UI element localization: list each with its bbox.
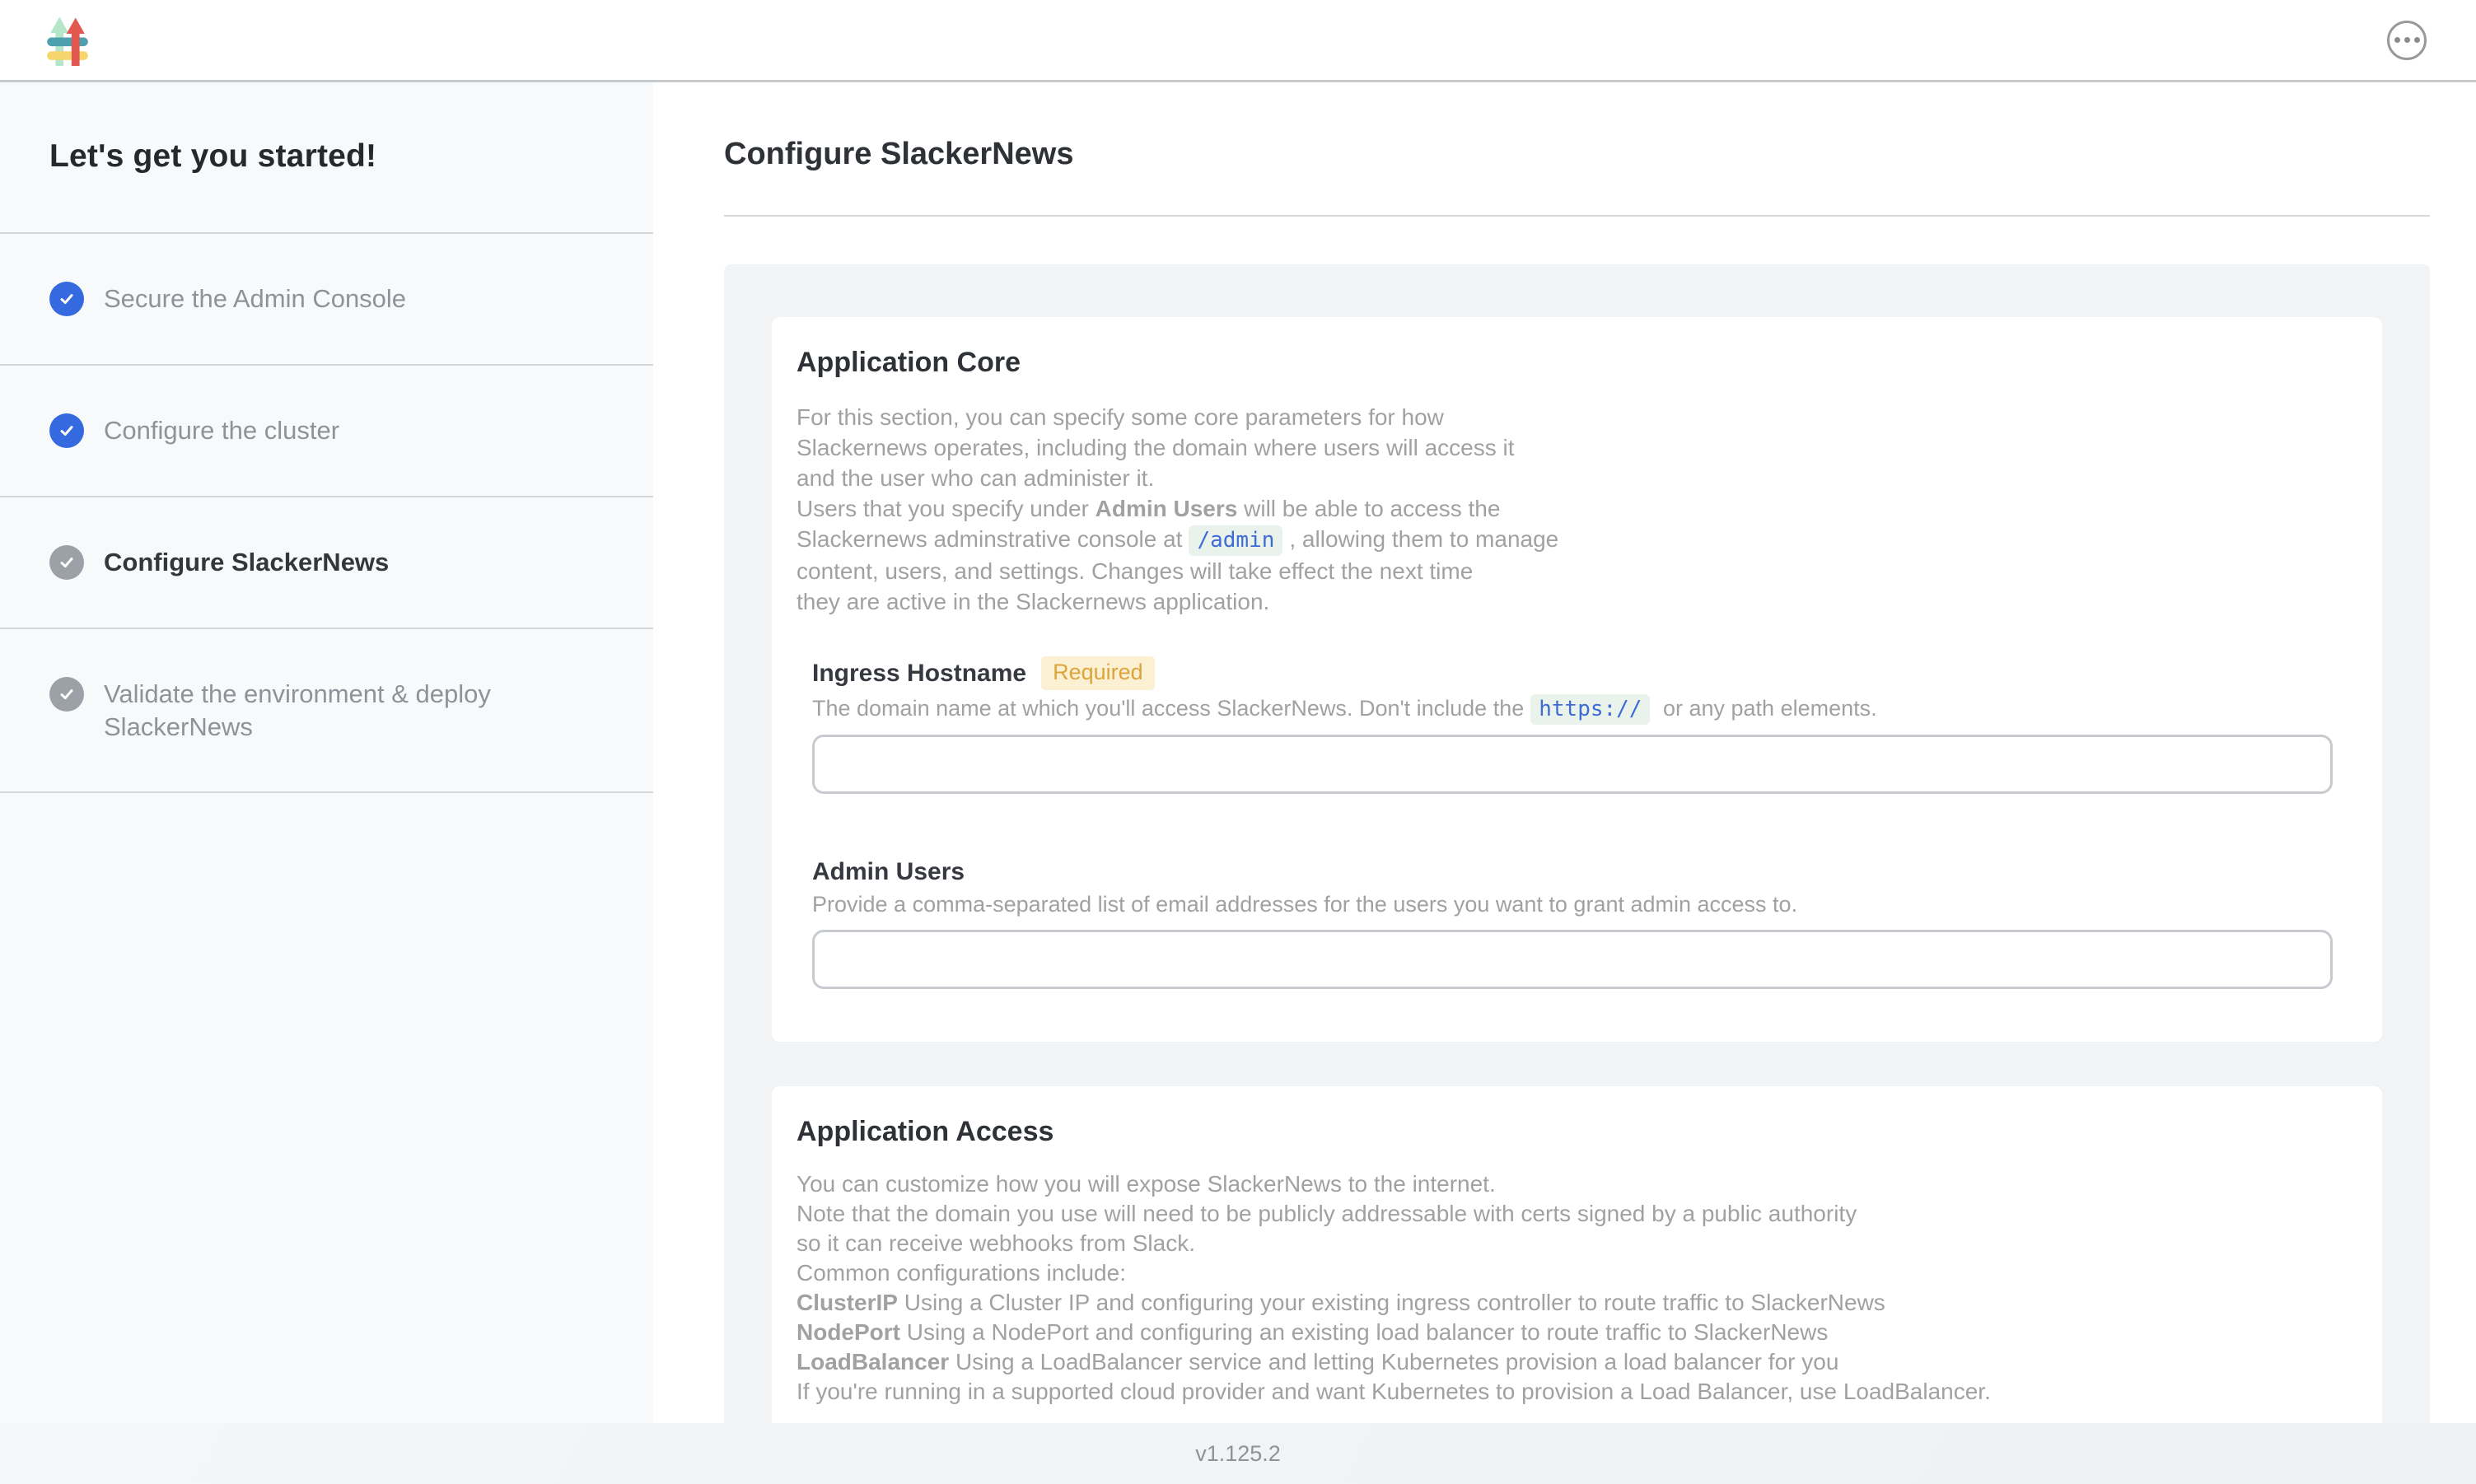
text-segment: Users that you specify under [797, 496, 1096, 521]
text-segment: The domain name at which you'll access S… [812, 696, 1524, 721]
description-line: and the user who can administer it. [797, 463, 2333, 493]
step-label: Configure the cluster [104, 413, 339, 447]
field-help-text: Provide a comma-separated list of email … [812, 891, 2333, 918]
step-label: Configure SlackerNews [104, 545, 389, 579]
text-segment: content, users, and settings. Changes wi… [797, 558, 1473, 584]
setup-sidebar: Let's get you started! Secure the Admin … [0, 82, 653, 1423]
config-panel: Application Core For this section, you c… [724, 264, 2430, 1423]
description-line: Common configurations include: [797, 1258, 2333, 1288]
field-label: Admin Users [812, 858, 965, 886]
text-segment: Common configurations include: [797, 1260, 1126, 1286]
text-segment: Provide a comma-separated list of email … [812, 892, 1797, 917]
card-title: Application Access [797, 1116, 2333, 1148]
text-segment: and the user who can administer it. [797, 465, 1154, 491]
sidebar-step-3[interactable]: Configure SlackerNews [0, 497, 653, 629]
text-segment: Using a NodePort and configuring an exis… [900, 1319, 1828, 1345]
sidebar-step-4[interactable]: Validate the environment & deploy Slacke… [0, 629, 653, 793]
description-line: You can customize how you will expose Sl… [797, 1169, 2333, 1199]
application-core-card: Application Core For this section, you c… [772, 317, 2382, 1042]
description-line: Slackernews operates, including the doma… [797, 432, 2333, 463]
title-divider [724, 215, 2430, 217]
version-footer: v1.125.2 [0, 1423, 2476, 1484]
text-segment: If you're running in a supported cloud p… [797, 1379, 1991, 1404]
check-circle-icon [49, 677, 84, 712]
text-segment: For this section, you can specify some c… [797, 404, 1444, 430]
text-segment: will be able to access the [1237, 496, 1500, 521]
card-description: You can customize how you will expose Sl… [797, 1169, 2333, 1407]
check-circle-icon [49, 413, 84, 448]
ellipsis-dot [2404, 37, 2410, 43]
card-fields: Ingress Hostname Required The domain nam… [797, 656, 2333, 989]
step-label: Validate the environment & deploy Slacke… [104, 677, 532, 744]
content-row: Let's get you started! Secure the Admin … [0, 82, 2476, 1423]
sidebar-step-1[interactable]: Secure the Admin Console [0, 234, 653, 366]
description-line: Users that you specify under Admin Users… [797, 493, 2333, 524]
bold-text-segment: ClusterIP [797, 1290, 898, 1315]
field-label-row: Ingress Hostname Required [812, 656, 2333, 690]
sidebar-title: Let's get you started! [0, 82, 653, 234]
text-segment: Slackernews operates, including the doma… [797, 435, 1515, 460]
description-line: so it can receive webhooks from Slack. [797, 1229, 2333, 1258]
text-segment: Using a LoadBalancer service and letting… [949, 1349, 1838, 1374]
text-segment: Slackernews adminstrative console at [797, 526, 1182, 552]
setup-steps-list: Secure the Admin Console Configure the c… [0, 234, 653, 793]
main-content: Configure SlackerNews Application Core F… [653, 82, 2476, 1423]
admin-users-input[interactable] [812, 930, 2333, 989]
check-circle-icon [49, 545, 84, 580]
description-line: content, users, and settings. Changes wi… [797, 556, 2333, 586]
card-description: For this section, you can specify some c… [797, 402, 2333, 617]
code-chip: https:// [1530, 694, 1650, 725]
description-line: they are active in the Slackernews appli… [797, 586, 2333, 617]
description-line: NodePort Using a NodePort and configurin… [797, 1318, 2333, 1347]
description-line: Note that the domain you use will need t… [797, 1199, 2333, 1229]
text-segment: You can customize how you will expose Sl… [797, 1171, 1496, 1197]
description-line: For this section, you can specify some c… [797, 402, 2333, 432]
application-access-card: Application Access You can customize how… [772, 1086, 2382, 1423]
slackernews-logo[interactable] [45, 15, 90, 66]
text-segment: Note that the domain you use will need t… [797, 1201, 1857, 1226]
page-title: Configure SlackerNews [724, 137, 2430, 172]
ingress-hostname-input[interactable] [812, 735, 2333, 794]
bold-text-segment: LoadBalancer [797, 1349, 949, 1374]
slackernews-logo-icon [45, 15, 90, 66]
text-segment: , allowing them to manage [1289, 526, 1558, 552]
bold-text-segment: NodePort [797, 1319, 900, 1345]
text-segment: or any path elements. [1656, 696, 1876, 721]
text-segment: so it can receive webhooks from Slack. [797, 1230, 1195, 1256]
description-line: Slackernews adminstrative console at/adm… [797, 524, 2333, 556]
field-label: Ingress Hostname [812, 660, 1026, 688]
required-badge: Required [1041, 656, 1155, 690]
version-label: v1.125.2 [1195, 1441, 1281, 1467]
admin-users-field: Admin Users Provide a comma-separated li… [812, 858, 2333, 989]
bold-text-segment: Admin Users [1096, 496, 1238, 521]
text-segment: they are active in the Slackernews appli… [797, 589, 1269, 614]
description-line: LoadBalancer Using a LoadBalancer servic… [797, 1347, 2333, 1377]
code-chip: /admin [1189, 525, 1282, 556]
text-segment: Using a Cluster IP and configuring your … [898, 1290, 1885, 1315]
step-label: Secure the Admin Console [104, 282, 406, 315]
ellipsis-dot [2414, 37, 2420, 43]
description-line: ClusterIP Using a Cluster IP and configu… [797, 1288, 2333, 1318]
card-title: Application Core [797, 347, 2333, 379]
sidebar-step-2[interactable]: Configure the cluster [0, 366, 653, 497]
ingress-hostname-field: Ingress Hostname Required The domain nam… [812, 656, 2333, 794]
top-bar [0, 0, 2476, 82]
more-menu-button[interactable] [2387, 21, 2427, 60]
ellipsis-dot [2394, 37, 2400, 43]
description-line: If you're running in a supported cloud p… [797, 1377, 2333, 1407]
field-label-row: Admin Users [812, 858, 2333, 886]
field-help-text: The domain name at which you'll access S… [812, 695, 2333, 723]
check-circle-icon [49, 282, 84, 316]
